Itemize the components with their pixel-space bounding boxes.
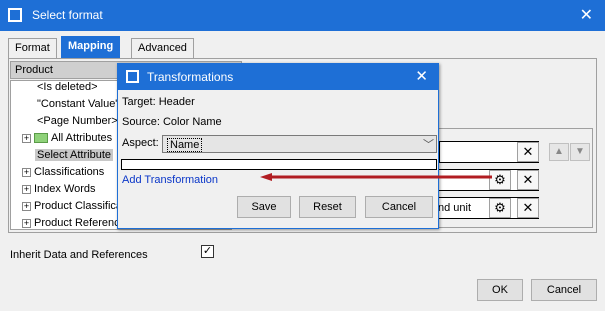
dialog-cancel-button[interactable]: Cancel: [365, 196, 433, 218]
app-icon: [8, 8, 22, 22]
reset-button[interactable]: Reset: [299, 196, 356, 218]
mapping-row-value: nd unit: [438, 202, 472, 214]
window-titlebar: Select format ✕: [0, 0, 605, 31]
source-row: Source: Color Name: [122, 116, 222, 128]
aspect-select[interactable]: Name ﹀: [162, 135, 437, 153]
transformations-dialog: Transformations ✕ Target: Header Source:…: [117, 63, 439, 229]
tree-item-is-deleted[interactable]: <Is deleted>: [37, 81, 98, 93]
tree-item-page-number[interactable]: <Page Number>: [37, 115, 118, 127]
remove-icon[interactable]: ✕: [517, 142, 539, 162]
cancel-button[interactable]: Cancel: [531, 279, 597, 301]
add-transformation-link[interactable]: Add Transformation: [122, 174, 218, 186]
expand-icon[interactable]: +: [22, 201, 31, 211]
expand-icon[interactable]: +: [22, 133, 31, 143]
transform-icon[interactable]: ⚙: [489, 198, 511, 218]
aspect-label: Aspect:: [122, 137, 159, 149]
source-value: Color Name: [162, 116, 222, 128]
remove-icon[interactable]: ✕: [517, 198, 539, 218]
aspect-value: Name: [167, 138, 203, 152]
dialog-title: Transformations: [147, 70, 234, 84]
inherit-label: Inherit Data and References: [10, 249, 148, 261]
tab-advanced[interactable]: Advanced: [131, 38, 194, 58]
tree-item-classifications[interactable]: + Classifications: [22, 166, 104, 178]
folder-icon: [34, 133, 48, 144]
target-label: Target:: [122, 96, 156, 108]
tree-item-select-attribute[interactable]: Select Attribute: [35, 149, 113, 161]
target-row: Target: Header: [122, 96, 195, 108]
dialog-titlebar: Transformations ✕: [118, 64, 438, 90]
tab-mapping[interactable]: Mapping: [61, 36, 121, 58]
close-icon[interactable]: ✕: [580, 5, 593, 25]
ok-button[interactable]: OK: [477, 279, 523, 301]
tree-item-product-references[interactable]: + Product Referenc: [22, 217, 120, 229]
tree-item-constant-value[interactable]: "Constant Value": [37, 98, 119, 110]
transform-icon[interactable]: ⚙: [489, 170, 511, 190]
app-icon: [126, 70, 139, 83]
tree-item-index-words[interactable]: + Index Words: [22, 183, 96, 195]
source-label: Source:: [122, 116, 160, 128]
move-down-icon[interactable]: ▼: [570, 143, 590, 161]
window-title: Select format: [32, 8, 103, 22]
transformations-list[interactable]: [121, 159, 437, 170]
annotation-arrow: [260, 173, 492, 181]
expand-icon[interactable]: +: [22, 167, 31, 177]
expand-icon[interactable]: +: [22, 184, 31, 194]
move-up-icon[interactable]: ▲: [549, 143, 569, 161]
expand-icon[interactable]: +: [22, 218, 31, 228]
tree-item-all-attributes[interactable]: + All Attributes: [22, 132, 112, 144]
remove-icon[interactable]: ✕: [517, 170, 539, 190]
target-value: Header: [158, 96, 195, 108]
save-button[interactable]: Save: [237, 196, 291, 218]
chevron-down-icon: ﹀: [423, 139, 434, 151]
inherit-checkbox[interactable]: ✓: [201, 245, 214, 258]
tree-item-product-classifications[interactable]: + Product Classifica: [22, 200, 122, 212]
close-icon[interactable]: ✕: [415, 67, 428, 85]
tab-format[interactable]: Format: [8, 38, 57, 58]
